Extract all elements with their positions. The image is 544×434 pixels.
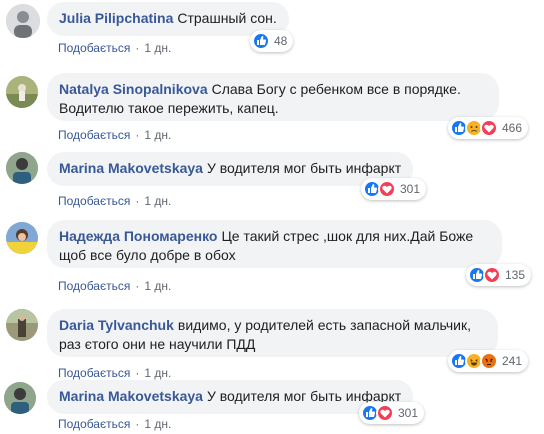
avatar[interactable] (6, 152, 38, 184)
comment-author[interactable]: Marina Makovetskaya (59, 388, 203, 404)
like-link[interactable]: Подобається (58, 279, 130, 293)
avatar[interactable] (4, 382, 36, 414)
avatar[interactable] (6, 4, 40, 38)
comment-bubble: Marina Makovetskaya У водителя мог быть и… (47, 152, 414, 186)
comment-author[interactable]: Natalya Sinopalnikova (59, 81, 208, 97)
reaction-count: 466 (502, 121, 523, 135)
comment-actions: Подобається · 1 дн. (58, 128, 172, 142)
reaction-summary[interactable]: 466 (448, 117, 529, 139)
comment-author[interactable]: Daria Tylvanchuk (59, 317, 174, 333)
reaction-summary[interactable]: 301 (361, 178, 427, 200)
reaction-count: 48 (274, 34, 288, 48)
reaction-summary[interactable]: 301 (359, 402, 425, 424)
love-reaction-icon (483, 266, 501, 284)
comment-bubble: Daria Tylvanchuk видимо, у родителей есть… (47, 309, 498, 357)
like-link[interactable]: Подобається (58, 41, 130, 55)
love-reaction-icon (378, 180, 396, 198)
like-link[interactable]: Подобається (58, 128, 130, 142)
comment-bubble: Julia Pilipchatina Страшный сон. (47, 2, 289, 36)
reaction-summary[interactable]: 135 (466, 264, 532, 286)
comment-author[interactable]: Marina Makovetskaya (59, 160, 203, 176)
like-reaction-icon (252, 32, 270, 50)
comment-bubble: Надежда Пономаренко Це такий стрес ,шок д… (47, 220, 502, 268)
comment-text: Страшный сон. (177, 10, 277, 26)
avatar[interactable] (6, 76, 38, 108)
comment-author[interactable]: Надежда Пономаренко (59, 228, 217, 244)
avatar[interactable] (6, 309, 38, 341)
reaction-count: 301 (400, 182, 421, 196)
comment-time[interactable]: 1 дн. (144, 366, 171, 380)
reaction-count: 301 (398, 406, 419, 420)
avatar[interactable] (6, 222, 38, 254)
comment-time[interactable]: 1 дн. (144, 41, 171, 55)
comment-actions: Подобається · 1 дн. (58, 279, 172, 293)
reaction-summary[interactable]: 48 (250, 30, 294, 52)
comment-time[interactable]: 1 дн. (144, 128, 171, 142)
love-reaction-icon (480, 119, 498, 137)
angry-reaction-icon (480, 352, 498, 370)
like-link[interactable]: Подобається (58, 366, 130, 380)
comment-bubble: Natalya Sinopalnikova Слава Богу с ребенк… (47, 73, 499, 121)
comment-actions: Подобається · 1 дн. (58, 366, 172, 380)
reaction-count: 241 (502, 354, 523, 368)
like-link[interactable]: Подобається (58, 417, 130, 431)
comment-time[interactable]: 1 дн. (144, 194, 171, 208)
comment-text: У водителя мог быть инфаркт (206, 160, 402, 176)
comment-actions: Подобається · 1 дн. (58, 417, 172, 431)
comment-time[interactable]: 1 дн. (144, 279, 171, 293)
like-link[interactable]: Подобається (58, 194, 130, 208)
reaction-summary[interactable]: 241 (448, 350, 529, 372)
comment-time[interactable]: 1 дн. (144, 417, 171, 431)
reaction-count: 135 (505, 268, 526, 282)
comment-author[interactable]: Julia Pilipchatina (59, 10, 173, 26)
love-reaction-icon (376, 404, 394, 422)
comment-actions: Подобається · 1 дн. (58, 41, 172, 55)
comment-bubble: Marina Makovetskaya У водителя мог быть и… (47, 380, 414, 414)
comment-actions: Подобається · 1 дн. (58, 194, 172, 208)
